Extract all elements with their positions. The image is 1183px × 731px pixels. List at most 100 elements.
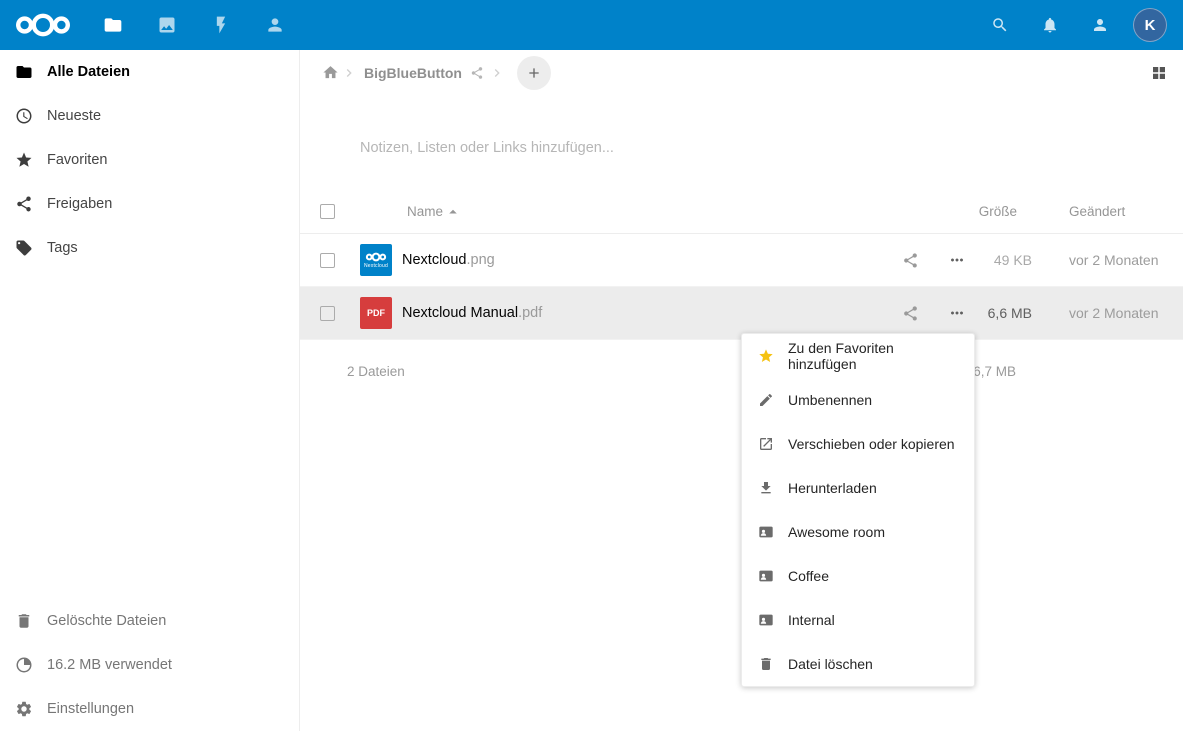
file-name[interactable]: Nextcloud.png: [402, 252, 893, 268]
sidebar-item-tags[interactable]: Tags: [0, 226, 299, 270]
app-menu: [86, 0, 302, 50]
more-actions-button[interactable]: [940, 304, 974, 322]
menu-item-delete-file[interactable]: Datei löschen: [742, 642, 974, 686]
gear-icon: [15, 700, 33, 718]
menu-item-label: Umbenennen: [788, 392, 872, 408]
move-external-icon: [758, 436, 774, 452]
bell-icon: [1041, 16, 1059, 34]
sidebar-nav: Alle Dateien Neueste Favoriten Freigaben…: [0, 50, 299, 270]
app-files-button[interactable]: [86, 0, 140, 50]
download-icon: [758, 480, 774, 496]
menu-item-rename[interactable]: Umbenennen: [742, 378, 974, 422]
file-row[interactable]: Nextcloud Nextcloud.png 49 KB vor 2 Mona…: [300, 234, 1183, 287]
file-checkbox[interactable]: [320, 306, 335, 321]
sort-by-name-header[interactable]: Name: [356, 203, 893, 221]
file-modified: vor 2 Monaten: [1032, 252, 1183, 268]
image-file-thumbnail: Nextcloud: [360, 244, 392, 276]
pdf-file-icon: PDF: [360, 297, 392, 329]
sidebar-item-all-files[interactable]: Alle Dateien: [0, 50, 299, 94]
menu-item-download[interactable]: Herunterladen: [742, 466, 974, 510]
share-icon: [470, 66, 484, 80]
sidebar-item-label: 16.2 MB verwendet: [47, 657, 172, 673]
name-header-label: Name: [407, 204, 443, 219]
share-icon: [902, 305, 919, 322]
menu-item-internal-room[interactable]: Internal: [742, 598, 974, 642]
folder-icon: [103, 15, 123, 35]
pencil-icon: [758, 392, 774, 408]
nextcloud-logo-icon: [11, 11, 75, 39]
menu-item-awesome-room[interactable]: Awesome room: [742, 510, 974, 554]
topbar: K: [0, 0, 1183, 50]
notifications-button[interactable]: [1025, 0, 1075, 50]
more-horizontal-icon: [948, 251, 966, 269]
app-contacts-button[interactable]: [248, 0, 302, 50]
search-button[interactable]: [975, 0, 1025, 50]
menu-item-label: Coffee: [788, 568, 829, 584]
plus-icon: [526, 65, 542, 81]
sidebar-item-favorites[interactable]: Favoriten: [0, 138, 299, 182]
notes-input[interactable]: Notizen, Listen oder Links hinzufügen...: [360, 140, 614, 156]
menu-item-move-or-copy[interactable]: Verschieben oder kopieren: [742, 422, 974, 466]
breadcrumb-folder-name[interactable]: BigBlueButton: [364, 65, 462, 81]
clock-icon: [15, 107, 33, 125]
photos-icon: [157, 15, 177, 35]
chevron-right-icon: [489, 65, 505, 81]
sidebar-item-label: Freigaben: [47, 196, 112, 212]
file-actions-menu: Zu den Favoriten hinzufügen Umbenennen V…: [741, 333, 975, 687]
avatar-letter: K: [1145, 17, 1156, 34]
sidebar: Alle Dateien Neueste Favoriten Freigaben…: [0, 50, 300, 731]
room-icon: [758, 568, 774, 584]
files-content: BigBlueButton Notizen, Listen oder Links…: [300, 50, 1183, 731]
sidebar-item-label: Gelöschte Dateien: [47, 613, 166, 629]
select-all-checkbox[interactable]: [320, 204, 335, 219]
file-name[interactable]: Nextcloud Manual.pdf: [402, 305, 893, 321]
star-icon: [15, 151, 33, 169]
app-gallery-button[interactable]: [140, 0, 194, 50]
sidebar-item-shares[interactable]: Freigaben: [0, 182, 299, 226]
sort-by-size-header[interactable]: Größe: [893, 204, 1032, 219]
file-row[interactable]: PDF Nextcloud Manual.pdf 6,6 MB vor 2 Mo…: [300, 287, 1183, 340]
file-size: 6,6 MB: [974, 305, 1032, 321]
sort-ascending-icon: [444, 203, 462, 221]
nextcloud-logo[interactable]: [0, 0, 86, 50]
avatar[interactable]: K: [1133, 8, 1167, 42]
new-file-button[interactable]: [517, 56, 551, 90]
contacts-people-icon: [265, 15, 285, 35]
app-activity-button[interactable]: [194, 0, 248, 50]
contacts-menu-button[interactable]: [1075, 0, 1125, 50]
menu-item-label: Awesome room: [788, 524, 885, 540]
person-icon: [1091, 16, 1109, 34]
sidebar-item-label: Alle Dateien: [47, 64, 130, 80]
tag-icon: [15, 239, 33, 257]
thumbnail-caption: Nextcloud: [364, 263, 388, 269]
menu-item-label: Zu den Favoriten hinzufügen: [788, 340, 962, 372]
more-actions-button[interactable]: [940, 251, 974, 269]
menu-item-coffee-room[interactable]: Coffee: [742, 554, 974, 598]
star-icon: [758, 348, 774, 364]
sidebar-item-settings[interactable]: Einstellungen: [0, 687, 299, 731]
quota-pie-icon: [15, 656, 33, 674]
chevron-right-icon: [341, 65, 357, 81]
activity-bolt-icon: [211, 15, 231, 35]
menu-item-label: Datei löschen: [788, 656, 873, 672]
sidebar-item-label: Favoriten: [47, 152, 107, 168]
sidebar-item-label: Tags: [47, 240, 78, 256]
sort-by-modified-header[interactable]: Geändert: [1032, 204, 1183, 219]
sidebar-item-quota[interactable]: 16.2 MB verwendet: [0, 643, 299, 687]
breadcrumb: BigBlueButton: [300, 50, 1183, 95]
breadcrumb-share-button[interactable]: [470, 66, 484, 80]
sidebar-item-label: Einstellungen: [47, 701, 134, 717]
menu-item-add-to-favorites[interactable]: Zu den Favoriten hinzufügen: [742, 334, 974, 378]
home-icon: [322, 64, 339, 81]
file-modified: vor 2 Monaten: [1032, 305, 1183, 321]
share-button[interactable]: [893, 305, 927, 322]
trash-icon: [758, 656, 774, 672]
menu-item-label: Herunterladen: [788, 480, 877, 496]
sidebar-item-label: Neueste: [47, 108, 101, 124]
sidebar-item-deleted-files[interactable]: Gelöschte Dateien: [0, 599, 299, 643]
grid-view-toggle-button[interactable]: [1150, 64, 1168, 82]
file-checkbox[interactable]: [320, 253, 335, 268]
breadcrumb-home-button[interactable]: [322, 64, 339, 81]
sidebar-item-recent[interactable]: Neueste: [0, 94, 299, 138]
share-button[interactable]: [893, 252, 927, 269]
